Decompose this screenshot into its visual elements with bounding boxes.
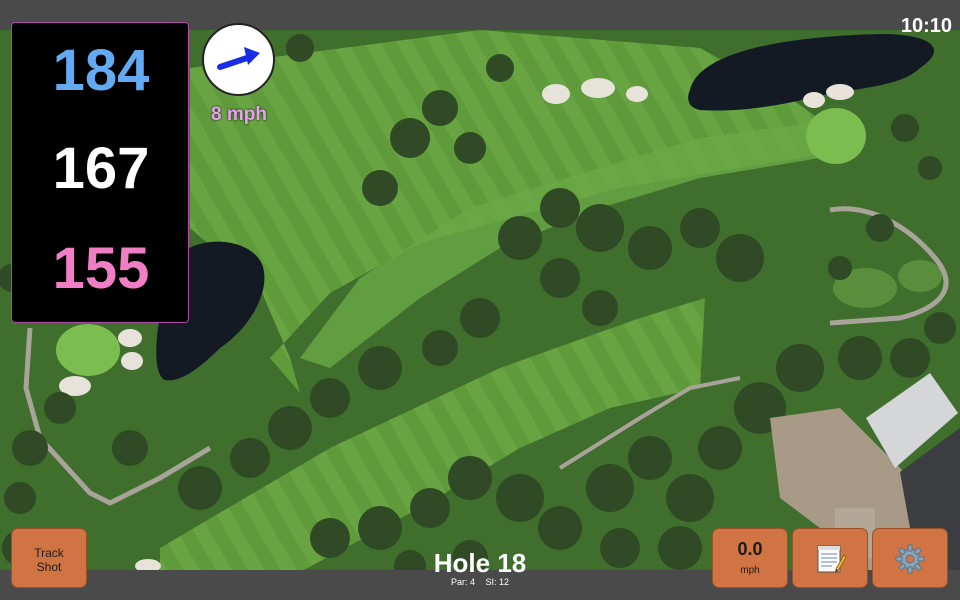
wind-arrow-icon bbox=[217, 47, 260, 70]
hole-title: Hole 18 bbox=[433, 548, 527, 578]
stroke-index-label: SI: 12 bbox=[485, 577, 510, 587]
settings-button[interactable] bbox=[872, 528, 948, 588]
bunker bbox=[121, 352, 143, 370]
gear-icon bbox=[895, 544, 925, 574]
track-shot-label-line1: Track bbox=[34, 546, 64, 560]
scorecard-icon bbox=[817, 545, 846, 573]
speed-unit: mph bbox=[740, 565, 760, 576]
wind-indicator bbox=[202, 23, 275, 96]
speed-button[interactable]: 0.0 mph bbox=[712, 528, 788, 588]
wind-speed-label: 8 mph bbox=[211, 104, 267, 125]
clock: 10:10 bbox=[900, 15, 952, 37]
bunker bbox=[542, 84, 570, 104]
middle-distance: 167 bbox=[52, 136, 150, 201]
par-label: Par: 4 bbox=[450, 577, 475, 587]
speed-value: 0.0 bbox=[737, 539, 763, 559]
bunker bbox=[803, 92, 825, 108]
bunker bbox=[581, 78, 615, 98]
track-shot-button[interactable]: Track Shot bbox=[11, 528, 87, 588]
back-distance: 184 bbox=[52, 38, 150, 103]
scorecard-button[interactable] bbox=[792, 528, 868, 588]
bunker bbox=[118, 329, 142, 347]
green-left bbox=[56, 324, 120, 376]
hole-details: Par: 4 SI: 12 bbox=[400, 577, 560, 587]
hole-info: Hole 18 Par: 4 SI: 12 bbox=[400, 549, 560, 587]
bunker bbox=[826, 84, 854, 100]
golf-gps-screen: 10:10 184 167 155 8 mph Track Shot Hole … bbox=[0, 0, 960, 600]
green-right bbox=[806, 108, 866, 164]
front-distance: 155 bbox=[52, 236, 150, 301]
distance-panel: 184 167 155 bbox=[11, 22, 189, 323]
bunker bbox=[626, 86, 648, 102]
track-shot-label-line2: Shot bbox=[36, 560, 62, 574]
